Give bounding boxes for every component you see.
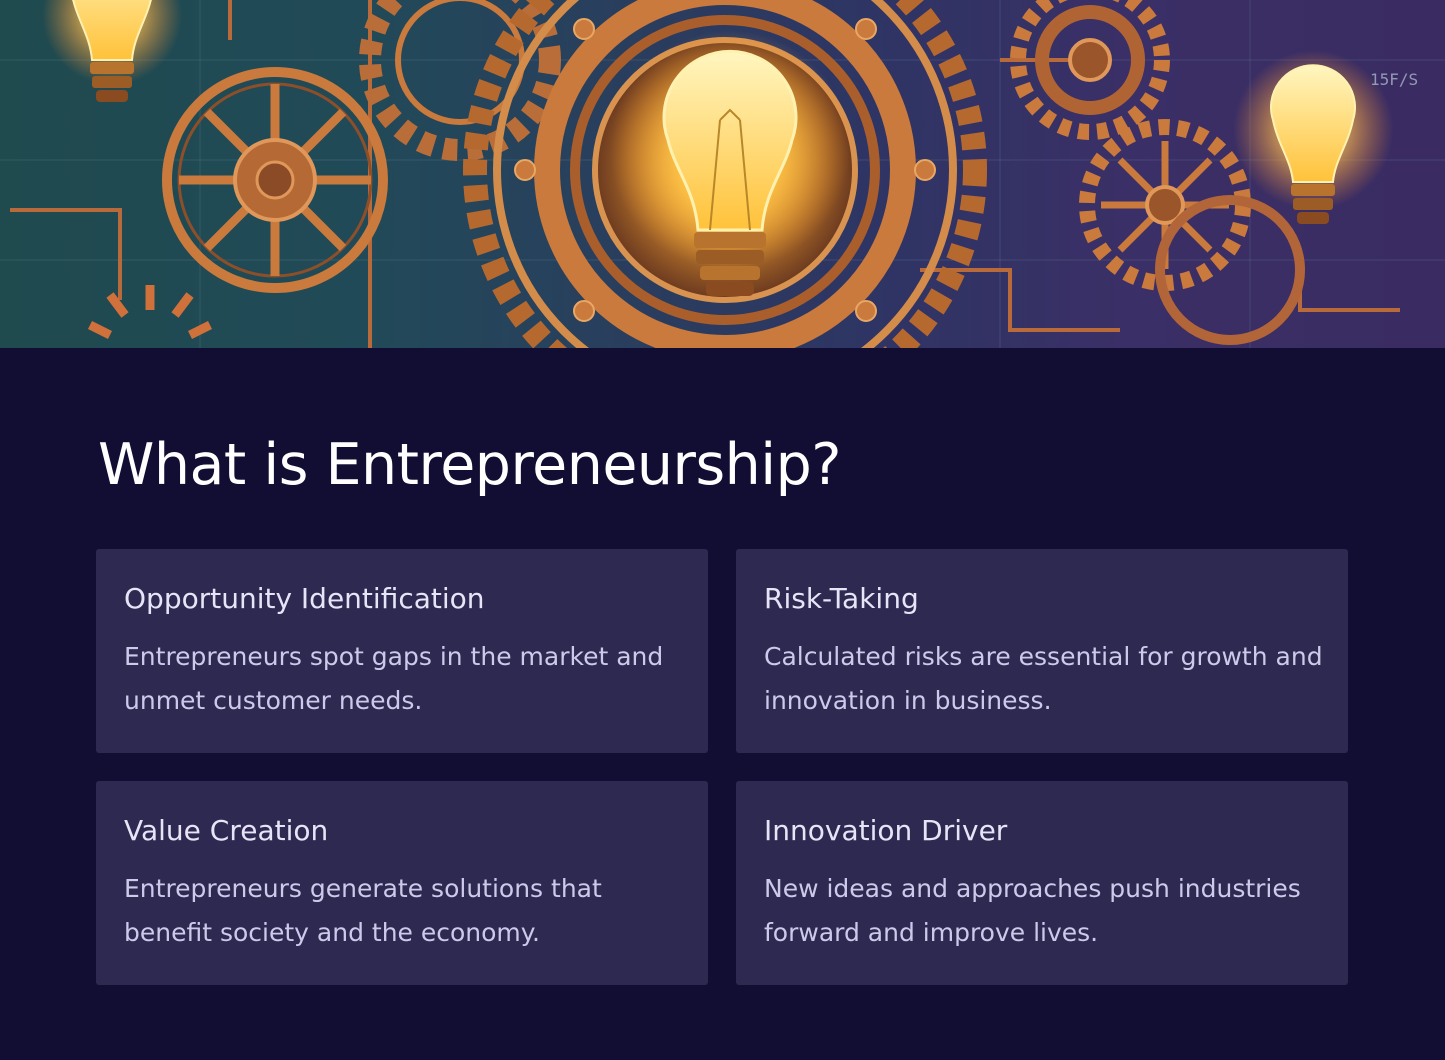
blueprint-annotation: 15F/S <box>1370 70 1418 89</box>
card-title: Value Creation <box>124 814 329 847</box>
entrepreneurship-section: What is Entrepreneurship? Opportunity Id… <box>0 348 1445 1060</box>
card-text: New ideas and approaches push industries… <box>764 874 1301 947</box>
card-title: Risk-Taking <box>764 582 919 615</box>
left-lightbulb <box>42 0 182 102</box>
right-lightbulb <box>1233 50 1393 224</box>
section-title: What is Entrepreneurship? <box>98 432 842 498</box>
left-gear <box>162 67 388 293</box>
card-risk-taking: Risk-Taking Calculated risks are essenti… <box>736 549 1348 753</box>
right-gear-top <box>1010 0 1170 140</box>
hero-illustration: 15F/S <box>0 0 1445 348</box>
card-title: Opportunity Identification <box>124 582 485 615</box>
card-title: Innovation Driver <box>764 814 1008 847</box>
gears-lightbulb-illustration: 15F/S <box>0 0 1445 348</box>
card-text: Calculated risks are essential for growt… <box>764 642 1323 715</box>
card-innovation-driver: Innovation Driver New ideas and approach… <box>736 781 1348 985</box>
card-opportunity-identification: Opportunity Identification Entrepreneurs… <box>96 549 708 753</box>
card-value-creation: Value Creation Entrepreneurs generate so… <box>96 781 708 985</box>
card-text: Entrepreneurs spot gaps in the market an… <box>124 642 664 715</box>
card-text: Entrepreneurs generate solutions that be… <box>124 874 602 947</box>
